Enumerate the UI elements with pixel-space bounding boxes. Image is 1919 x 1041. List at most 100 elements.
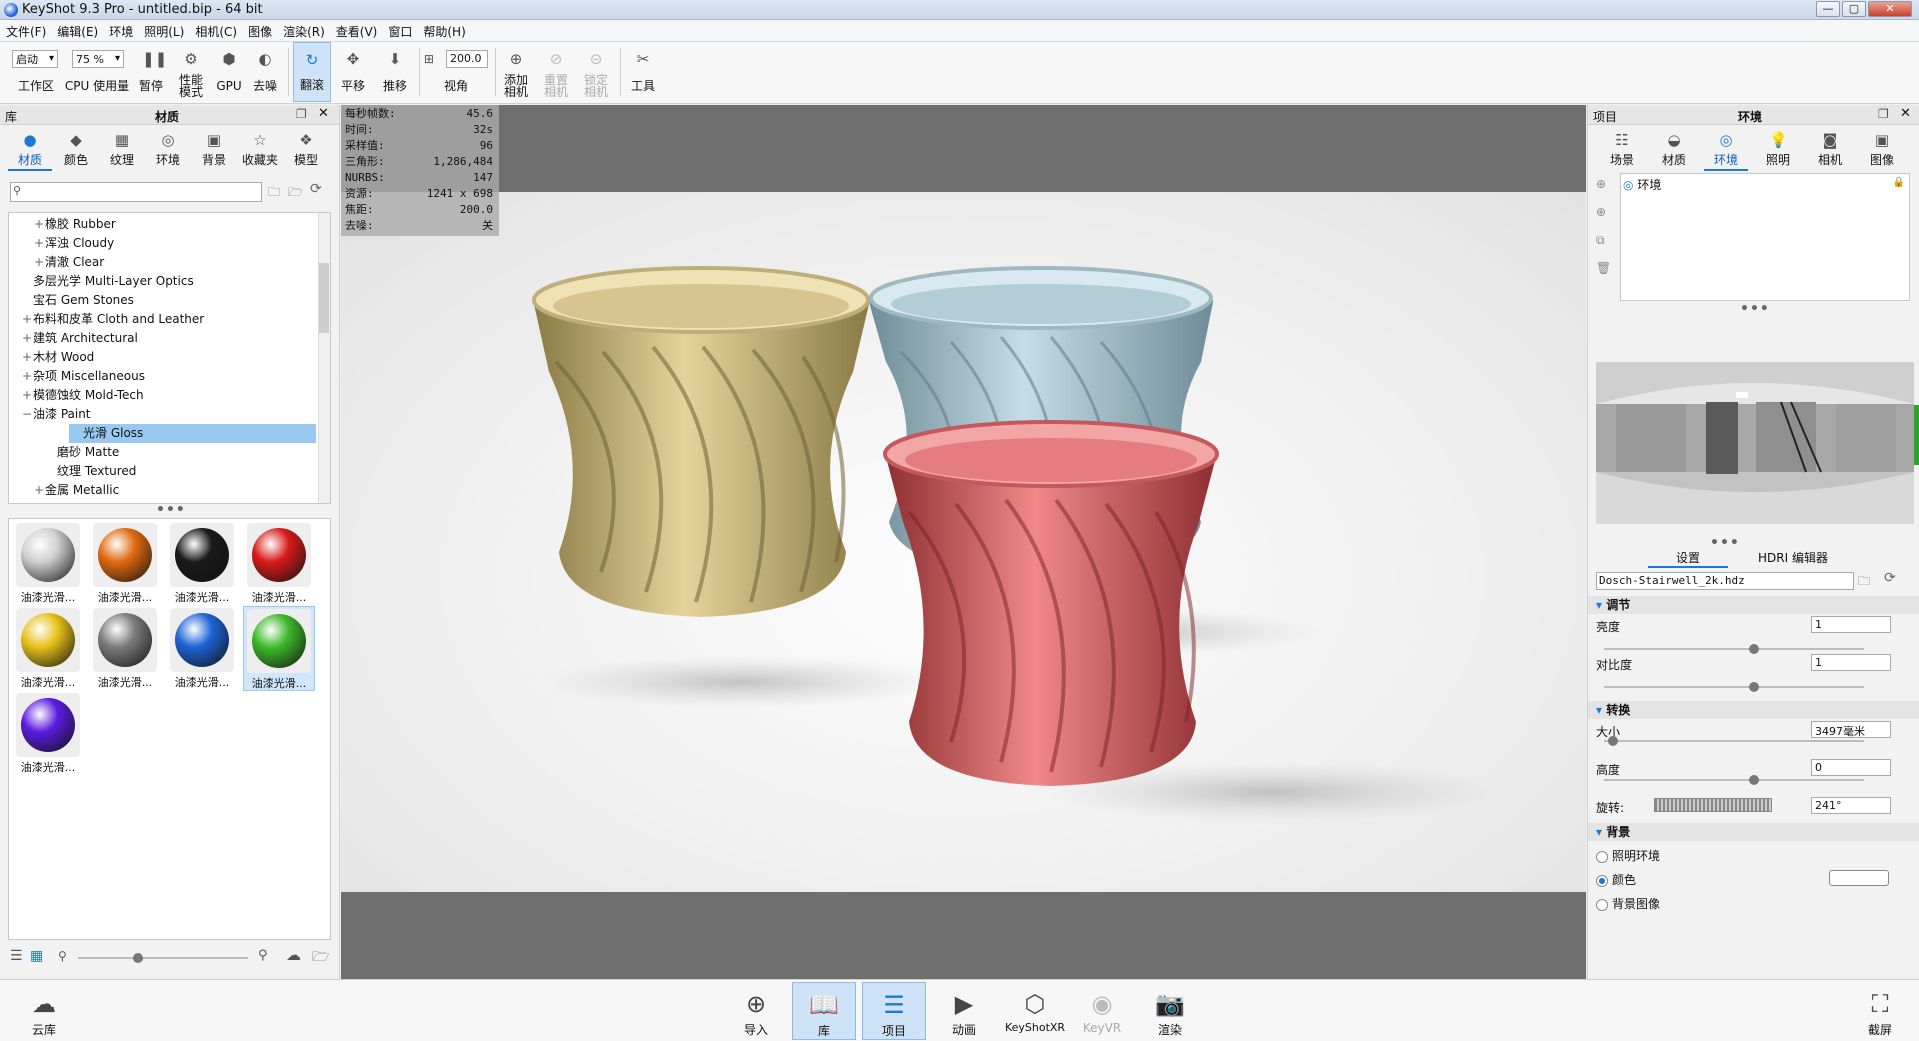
rotation-dial[interactable] xyxy=(1654,798,1772,812)
tools-button[interactable]: ✂ 工具 xyxy=(626,42,660,102)
expand-icon[interactable]: + xyxy=(21,348,33,367)
splitter-handle[interactable]: ••• xyxy=(1740,301,1770,317)
expand-icon[interactable]: + xyxy=(33,481,45,500)
expand-icon[interactable]: + xyxy=(21,386,33,405)
height-slider[interactable] xyxy=(1604,775,1864,785)
adjust-section-header[interactable]: ▾ 调节 xyxy=(1588,596,1919,614)
contrast-input[interactable]: 1 xyxy=(1811,654,1891,671)
pause-button[interactable]: ❚❚ 暂停 xyxy=(134,42,168,102)
duplicate-environment-icon[interactable]: ⊕ xyxy=(1596,205,1606,219)
maximize-button[interactable]: ▢ xyxy=(1842,1,1866,17)
tab-camera[interactable]: ◙ 相机 xyxy=(1808,127,1852,171)
expand-icon[interactable]: + xyxy=(33,253,45,272)
material-thumbnail[interactable]: 油漆光滑... xyxy=(89,606,161,691)
animation-button[interactable]: ▶ 动画 xyxy=(932,982,996,1040)
tumble-button[interactable]: ↻ 翻滚 xyxy=(293,42,331,102)
tab-image[interactable]: ▣ 图像 xyxy=(1860,127,1904,171)
menu-image[interactable]: 图像 xyxy=(242,20,277,40)
menu-window[interactable]: 窗口 xyxy=(382,20,417,40)
cloud-library-button[interactable]: ☁ 云库 xyxy=(12,982,76,1040)
tab-models[interactable]: ❖ 模型 xyxy=(284,127,328,171)
expand-icon[interactable]: + xyxy=(21,310,33,329)
hdri-file-input[interactable]: Dosch-Stairwell_2k.hdz xyxy=(1596,572,1854,590)
slider-knob[interactable] xyxy=(133,953,143,963)
tree-item[interactable]: +布料和皮革 Cloth and Leather xyxy=(9,310,204,329)
library-search-input[interactable] xyxy=(10,182,262,202)
tree-item[interactable]: +木材 Wood xyxy=(9,348,94,367)
open-file-icon[interactable]: 🗀 xyxy=(1858,572,1870,593)
tree-item[interactable]: +金属 Metallic xyxy=(9,481,119,500)
menu-help[interactable]: 帮助(H) xyxy=(417,20,470,40)
reset-camera-button[interactable]: ⊘ 重置 相机 xyxy=(540,42,572,102)
tree-scrollbar[interactable] xyxy=(318,213,330,503)
environment-list-item[interactable]: ◎ 环境 xyxy=(1623,176,1907,194)
tree-item[interactable]: 多层光学 Multi-Layer Optics xyxy=(9,272,194,291)
list-view-icon[interactable]: ☰ xyxy=(10,948,23,964)
menu-edit[interactable]: 编辑(E) xyxy=(51,20,103,40)
material-thumbnail[interactable]: 油漆光滑... xyxy=(89,521,161,606)
grid-view-icon[interactable]: ▦ xyxy=(30,948,43,964)
brightness-slider[interactable] xyxy=(1604,644,1864,654)
radio-button[interactable] xyxy=(1596,850,1608,863)
real-time-render[interactable] xyxy=(341,192,1586,892)
close-panel-icon[interactable]: ✕ xyxy=(318,106,329,121)
library-button[interactable]: 📖 库 xyxy=(792,982,856,1040)
tree-item[interactable]: +杂项 Miscellaneous xyxy=(9,367,145,386)
radio-button[interactable] xyxy=(1596,874,1608,887)
refresh-icon[interactable]: ⟳ xyxy=(310,181,322,197)
undock-icon[interactable]: ❐ xyxy=(296,107,307,121)
denoise-button[interactable]: ◐ 去噪 xyxy=(248,42,282,102)
cloud-upload-icon[interactable]: ☁ xyxy=(286,946,301,964)
close-panel-icon[interactable]: ✕ xyxy=(1900,106,1911,121)
thumbnail-size-slider[interactable] xyxy=(78,953,248,963)
tree-item[interactable]: −油漆 Paint xyxy=(9,405,91,424)
tab-materials[interactable]: ● 材质 xyxy=(8,127,52,171)
render-viewport[interactable]: 每秒帧数: 45.6 时间: 32s 采样值: 96 三角形: 1,286,484 NURBS:… xyxy=(341,105,1586,979)
radio-button[interactable] xyxy=(1596,898,1608,911)
scroll-thumb[interactable] xyxy=(319,263,329,333)
material-thumbnail[interactable]: 油漆光滑... xyxy=(166,521,238,606)
splitter-handle[interactable]: ••• xyxy=(156,502,186,518)
delete-icon[interactable]: 🗑 xyxy=(1596,261,1611,275)
bg-option-lighting-env[interactable]: 照明环境 xyxy=(1596,847,1899,864)
tab-colors[interactable]: ◆ 颜色 xyxy=(54,127,98,171)
tab-material[interactable]: ◒ 材质 xyxy=(1652,127,1696,171)
folder-open-icon[interactable]: 🗀 xyxy=(268,183,280,204)
slider-knob[interactable] xyxy=(1608,736,1618,746)
preview-scrollbar[interactable] xyxy=(1914,405,1919,465)
expand-icon[interactable]: + xyxy=(33,234,45,253)
tree-item[interactable]: +模德蚀纹 Mold-Tech xyxy=(9,386,144,405)
import-button[interactable]: ⊕ 导入 xyxy=(724,982,788,1040)
zoom-in-icon[interactable]: ⚲ xyxy=(258,948,268,963)
material-thumbnail[interactable]: 油漆光滑... xyxy=(12,691,84,776)
menu-camera[interactable]: 相机(C) xyxy=(189,20,242,40)
slider-knob[interactable] xyxy=(1749,682,1759,692)
tree-item[interactable]: +清澈 Clear xyxy=(9,253,104,272)
collapse-icon[interactable]: − xyxy=(21,405,33,424)
tab-environment[interactable]: ◎ 环境 xyxy=(1704,127,1748,171)
tab-backplates[interactable]: ▣ 背景 xyxy=(192,127,236,171)
size-slider[interactable] xyxy=(1604,736,1864,746)
menu-render[interactable]: 渲染(R) xyxy=(277,20,330,40)
size-input[interactable]: 3497毫米 xyxy=(1811,721,1891,738)
hdri-preview[interactable] xyxy=(1596,362,1914,524)
transform-section-header[interactable]: ▾ 转换 xyxy=(1588,701,1919,719)
menu-view[interactable]: 查看(V) xyxy=(330,20,383,40)
copy-environment-icon[interactable]: ⧉ xyxy=(1596,233,1605,248)
material-thumbnail[interactable]: 油漆光滑... xyxy=(243,606,315,691)
import-folder-icon[interactable]: 🗁 xyxy=(312,946,329,970)
material-thumbnail[interactable]: 油漆光滑... xyxy=(243,521,315,606)
render-button[interactable]: 📷 渲染 xyxy=(1138,982,1202,1040)
height-input[interactable]: 0 xyxy=(1811,759,1891,776)
gpu-button[interactable]: ⬢ GPU xyxy=(214,42,244,102)
refresh-icon[interactable]: ⟳ xyxy=(1884,570,1896,586)
performance-mode-button[interactable]: ⚙ 性能 模式 xyxy=(172,42,210,102)
tree-item[interactable]: 宝石 Gem Stones xyxy=(9,291,134,310)
tree-item[interactable]: 磨砂 Matte xyxy=(9,443,119,462)
tab-scene[interactable]: ☷ 场景 xyxy=(1600,127,1644,171)
background-color-swatch[interactable] xyxy=(1829,870,1889,886)
keyvr-button[interactable]: ◉ KeyVR xyxy=(1070,982,1134,1040)
tree-item[interactable]: +橡胶 Rubber xyxy=(9,215,116,234)
dolly-button[interactable]: ⬇ 推移 xyxy=(376,42,414,102)
tree-item[interactable]: +浑浊 Cloudy xyxy=(9,234,114,253)
